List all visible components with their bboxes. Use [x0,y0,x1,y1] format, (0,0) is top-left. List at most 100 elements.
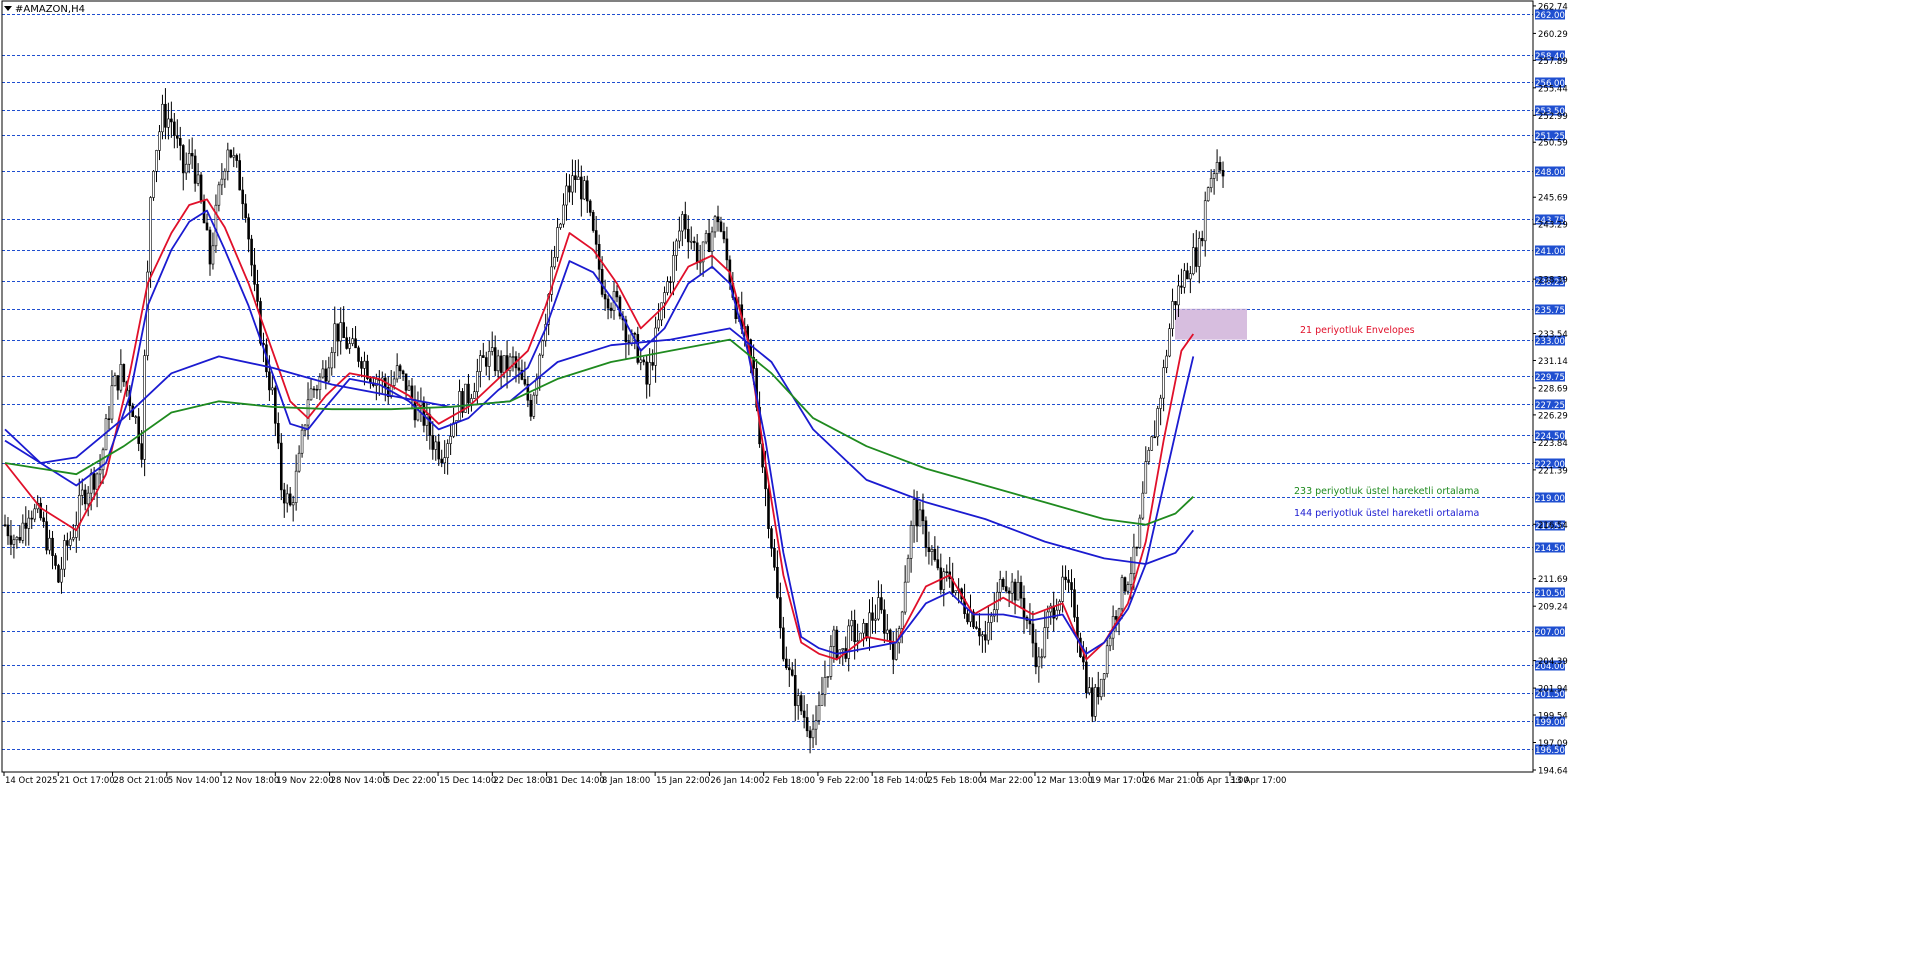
candle-body [1114,616,1118,620]
time-label: 12 Nov 18:00 [222,776,279,786]
candle-body [903,581,907,613]
time-label: 21 Oct 17:00 [59,776,114,786]
candle [199,171,203,204]
candle-body [1016,581,1020,601]
level-label: 214.50 [1535,544,1565,554]
annotation-label: 144 periyotluk üstel hareketli ortalama [1294,508,1479,519]
candle-body [669,281,672,283]
candle-body [666,281,669,293]
candle-body [1004,586,1008,592]
candle-body [930,548,934,552]
candle-body [1120,577,1124,610]
candle-body [279,442,283,491]
candle-body [978,628,981,637]
dropdown-arrow-icon[interactable] [4,6,12,11]
candle-body [229,149,233,158]
candle-body [1108,637,1112,647]
candle-body [351,338,354,344]
candle-body [900,611,904,629]
candle-body [496,355,500,372]
candle-body [113,375,117,387]
candle-body [297,452,301,472]
price-tick-label: 211.69 [1538,575,1568,585]
candle-body [1186,270,1189,280]
candle-body [1180,285,1183,288]
candle-body [419,401,423,406]
candle-body [401,370,405,375]
price-tick-label: 209.24 [1538,603,1568,613]
candle-body [428,414,432,436]
candle-body [591,212,595,231]
candle [532,392,536,420]
candle-body [476,371,479,393]
candle-body [915,499,919,527]
candle-body [116,375,120,391]
candle-body [1055,609,1058,619]
candle-body [523,379,527,385]
time-label: 12 Mar 13:00 [1036,776,1093,786]
candle-body [1126,584,1130,592]
candle-body [535,378,539,396]
candle-body [648,362,651,385]
candle-body [152,171,155,198]
candle-body [1165,355,1168,369]
candle-body [639,359,643,363]
price-tick-label: 194.64 [1538,767,1568,777]
candle-body [707,233,711,252]
candle-body [199,174,203,201]
candle-body [187,153,191,165]
price-tick-label: 252.99 [1538,112,1568,122]
candle-body [1022,597,1026,618]
candle-body [155,150,158,172]
price-chart[interactable]: 21 periyotluk Envelopes 233 periyotluk üs… [0,0,1916,963]
candle [591,209,595,233]
candle [1093,683,1097,722]
candle-body [398,365,402,372]
candle-body [205,222,209,231]
candle-body [782,627,785,660]
candle-body [1192,247,1195,275]
candle-body [891,642,895,660]
candle-body [1105,645,1109,674]
candle-body [577,176,580,180]
candle [1138,514,1142,549]
candle-body [327,367,331,382]
price-tick-label: 255.44 [1538,84,1568,94]
chart-title[interactable]: #AMAZON,H4 [4,4,85,15]
candle-body [1088,687,1091,694]
candle-body [1153,436,1157,439]
candle-body [1058,601,1061,611]
candle-body [1189,273,1192,280]
candle-body [532,394,536,417]
candle-body [354,338,357,349]
candle-body [315,388,319,391]
candle-body [404,373,408,391]
candle-body [282,489,286,504]
candle-body [1132,546,1136,575]
candle-body [811,728,815,739]
candle-body [681,214,684,232]
candle [279,433,283,501]
candle-body [1001,579,1005,587]
price-tick-label: 245.69 [1538,194,1568,204]
candle-body [675,240,678,256]
time-label: 28 Oct 21:00 [114,776,169,786]
candle-body [449,436,452,444]
candle-body [193,155,197,184]
candle-body [927,547,931,552]
candle-body [473,391,476,399]
candle-body [862,623,865,634]
candle-body [45,521,48,551]
price-tick-label: 233.54 [1538,330,1568,340]
candle-body [268,371,271,391]
candle-body [779,597,782,629]
candle [906,554,910,583]
level-label: 210.50 [1535,589,1565,599]
candle-body [63,540,66,570]
price-tick-label: 201.94 [1538,685,1568,695]
price-tick-label: 231.14 [1538,357,1568,367]
candle-body [1061,576,1064,602]
candle-body [208,229,212,265]
candle-body [80,489,84,496]
candle-body [499,355,503,373]
